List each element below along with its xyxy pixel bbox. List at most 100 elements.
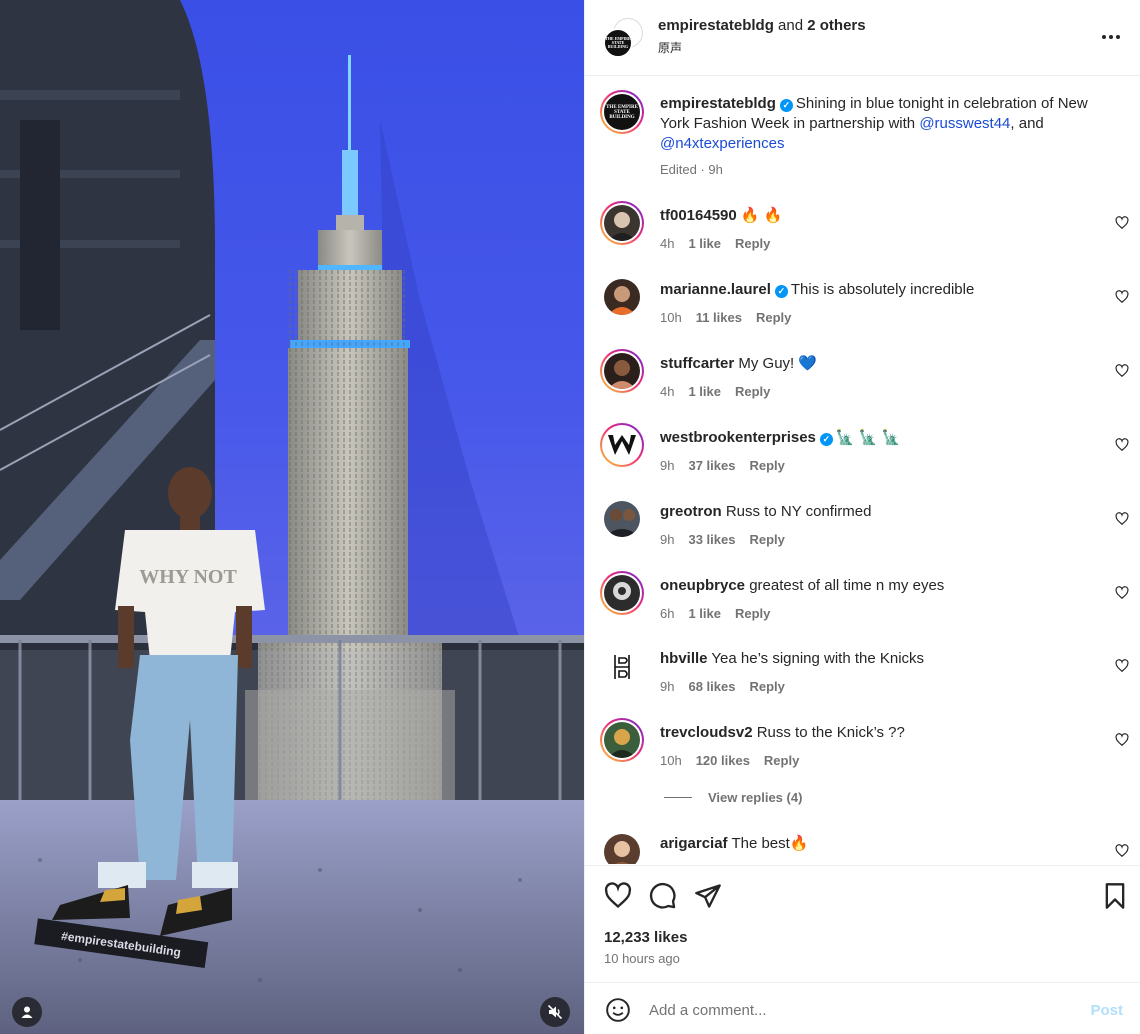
post-media-video[interactable]: #empirestatebuilding WHY NOT	[0, 0, 584, 1034]
mention-link-2[interactable]: @n4xtexperiences	[660, 135, 784, 152]
view-replies-label: View replies (4)	[708, 790, 803, 805]
comment-input[interactable]	[649, 998, 1049, 1022]
comment-body: The best🔥	[731, 835, 809, 852]
comment-like-heart-icon[interactable]	[1115, 290, 1129, 304]
comment-avatar[interactable]	[604, 649, 640, 685]
comment-text: arigarciaf The best🔥	[660, 834, 1108, 854]
comment-like-heart-icon[interactable]	[1115, 364, 1129, 378]
save-bookmark-icon[interactable]	[1101, 882, 1129, 910]
and-text: and	[778, 17, 804, 34]
comment-avatar[interactable]	[604, 834, 640, 864]
view-replies-button[interactable]: View replies (4)	[664, 790, 802, 805]
owner-avatar: THE EMPIRE STATE BUILDING	[603, 28, 633, 58]
comment-reply-button[interactable]: Reply	[756, 310, 791, 325]
owner-logo-text: THE EMPIRE STATE BUILDING	[605, 36, 631, 49]
comment-text: tf00164590 🔥 🔥	[660, 206, 1108, 226]
comment-body: 🗽 🗽 🗽	[835, 429, 901, 446]
collab-avatars[interactable]: THE EMPIRE STATE BUILDING	[603, 18, 647, 58]
user-icon	[21, 1006, 33, 1018]
comment-bubble-icon[interactable]	[649, 882, 677, 910]
avatar-photo	[608, 729, 636, 758]
comment-reply-button[interactable]: Reply	[735, 236, 770, 251]
comment-username[interactable]: trevcloudsv2	[660, 724, 753, 741]
caption-logo-text: THE EMPIRE STATE BUILDING	[606, 104, 638, 120]
comment-reply-button[interactable]: Reply	[749, 679, 784, 694]
video-frame-illustration: #empirestatebuilding WHY NOT	[0, 0, 584, 1034]
caption-avatar[interactable]: THE EMPIRE STATE BUILDING	[600, 90, 644, 134]
comment-time: 10h	[660, 310, 682, 325]
comment-like-heart-icon[interactable]	[1115, 844, 1129, 858]
speaker-muted-icon	[547, 1004, 563, 1020]
comment-likes-link[interactable]: 37 likes	[688, 458, 735, 473]
post-comment-button[interactable]: Post	[1090, 1002, 1123, 1019]
comment-avatar[interactable]	[600, 571, 644, 615]
owner-username-link[interactable]: empirestatebldg	[658, 17, 774, 34]
comment-likes-link[interactable]: 1 like	[688, 384, 721, 399]
comment-username[interactable]: marianne.laurel	[660, 281, 771, 298]
others-link[interactable]: 2 others	[807, 17, 865, 34]
owner-line: empirestatebldg and 2 others	[658, 17, 866, 34]
comment-reply-button[interactable]: Reply	[735, 384, 770, 399]
comment-body: This is absolutely incredible	[790, 281, 975, 298]
comment-like-heart-icon[interactable]	[1115, 512, 1129, 526]
post-time: 10 hours ago	[604, 951, 680, 966]
comment-like-heart-icon[interactable]	[1115, 659, 1129, 673]
comment-like-heart-icon[interactable]	[1115, 216, 1129, 230]
likes-count-link[interactable]: 12,233 likes	[604, 929, 687, 946]
comment-time: 6h	[660, 606, 675, 621]
caption-username[interactable]: empirestatebldg	[660, 95, 776, 112]
comment-meta: 4h 1 like Reply	[660, 384, 784, 399]
comment-like-heart-icon[interactable]	[1115, 586, 1129, 600]
comment-like-heart-icon[interactable]	[1115, 438, 1129, 452]
caption-text: empirestatebldg ✓ Shining in blue tonight …	[660, 94, 1108, 154]
verified-badge-icon: ✓	[774, 285, 788, 298]
share-send-icon[interactable]	[694, 882, 722, 910]
comment-likes-link[interactable]: 1 like	[688, 236, 721, 251]
comment-meta: 9h 33 likes Reply	[660, 532, 799, 547]
tagged-users-button[interactable]	[12, 997, 42, 1027]
more-options-button[interactable]	[1099, 25, 1123, 49]
comment-avatar[interactable]	[600, 349, 644, 393]
comment-avatar[interactable]	[604, 279, 640, 315]
comment-username[interactable]: greotron	[660, 503, 722, 520]
comment-likes-link[interactable]: 1 like	[688, 606, 721, 621]
like-heart-icon[interactable]	[604, 882, 632, 910]
comment-reply-button[interactable]: Reply	[749, 458, 784, 473]
mention-link-1[interactable]: @russwest44	[919, 115, 1010, 132]
comment-likes-link[interactable]: 33 likes	[688, 532, 735, 547]
comment-text: trevcloudsv2 Russ to the Knick’s ??	[660, 723, 1108, 743]
avatar-photo	[613, 582, 631, 600]
comment-avatar[interactable]	[600, 201, 644, 245]
comment-reply-button[interactable]: Reply	[735, 606, 770, 621]
comment-username[interactable]: hbville	[660, 650, 708, 667]
comment-avatar[interactable]	[604, 501, 640, 537]
avatar-photo	[614, 841, 630, 864]
verified-badge-icon: ✓	[819, 433, 833, 446]
comment-username[interactable]: westbrookenterprises	[660, 429, 816, 446]
comment-text: greotron Russ to NY confirmed	[660, 502, 1108, 522]
mute-toggle-button[interactable]	[540, 997, 570, 1027]
audio-label[interactable]: 原声	[658, 39, 682, 56]
emoji-icon[interactable]	[605, 997, 631, 1023]
comment-time: 4h	[660, 236, 675, 251]
avatar-photo	[608, 212, 636, 241]
verified-badge-icon: ✓	[779, 99, 793, 112]
comment-reply-button[interactable]: Reply	[764, 753, 799, 768]
comment-likes-link[interactable]: 11 likes	[696, 310, 742, 325]
comment-avatar[interactable]	[600, 423, 644, 467]
comment-username[interactable]: oneupbryce	[660, 577, 745, 594]
post-details-panel: THE EMPIRE STATE BUILDING empirestatebld…	[584, 0, 1140, 1034]
comment-username[interactable]: stuffcarter	[660, 355, 734, 372]
comments-list[interactable]: THE EMPIRE STATE BUILDING empirestatebld…	[585, 77, 1140, 864]
comment-like-heart-icon[interactable]	[1115, 733, 1129, 747]
caption-meta: Edited · 9h	[660, 162, 723, 177]
comment-avatar[interactable]	[600, 718, 644, 762]
comment-likes-link[interactable]: 120 likes	[696, 753, 750, 768]
comment-reply-button[interactable]: Reply	[749, 532, 784, 547]
comment-body: Yea he’s signing with the Knicks	[711, 650, 925, 667]
comment-username[interactable]: tf00164590	[660, 207, 737, 224]
shirt-print: WHY NOT	[139, 566, 237, 588]
comment-likes-link[interactable]: 68 likes	[688, 679, 735, 694]
comment-body: Russ to the Knick’s ??	[756, 724, 905, 741]
comment-username[interactable]: arigarciaf	[660, 835, 728, 852]
